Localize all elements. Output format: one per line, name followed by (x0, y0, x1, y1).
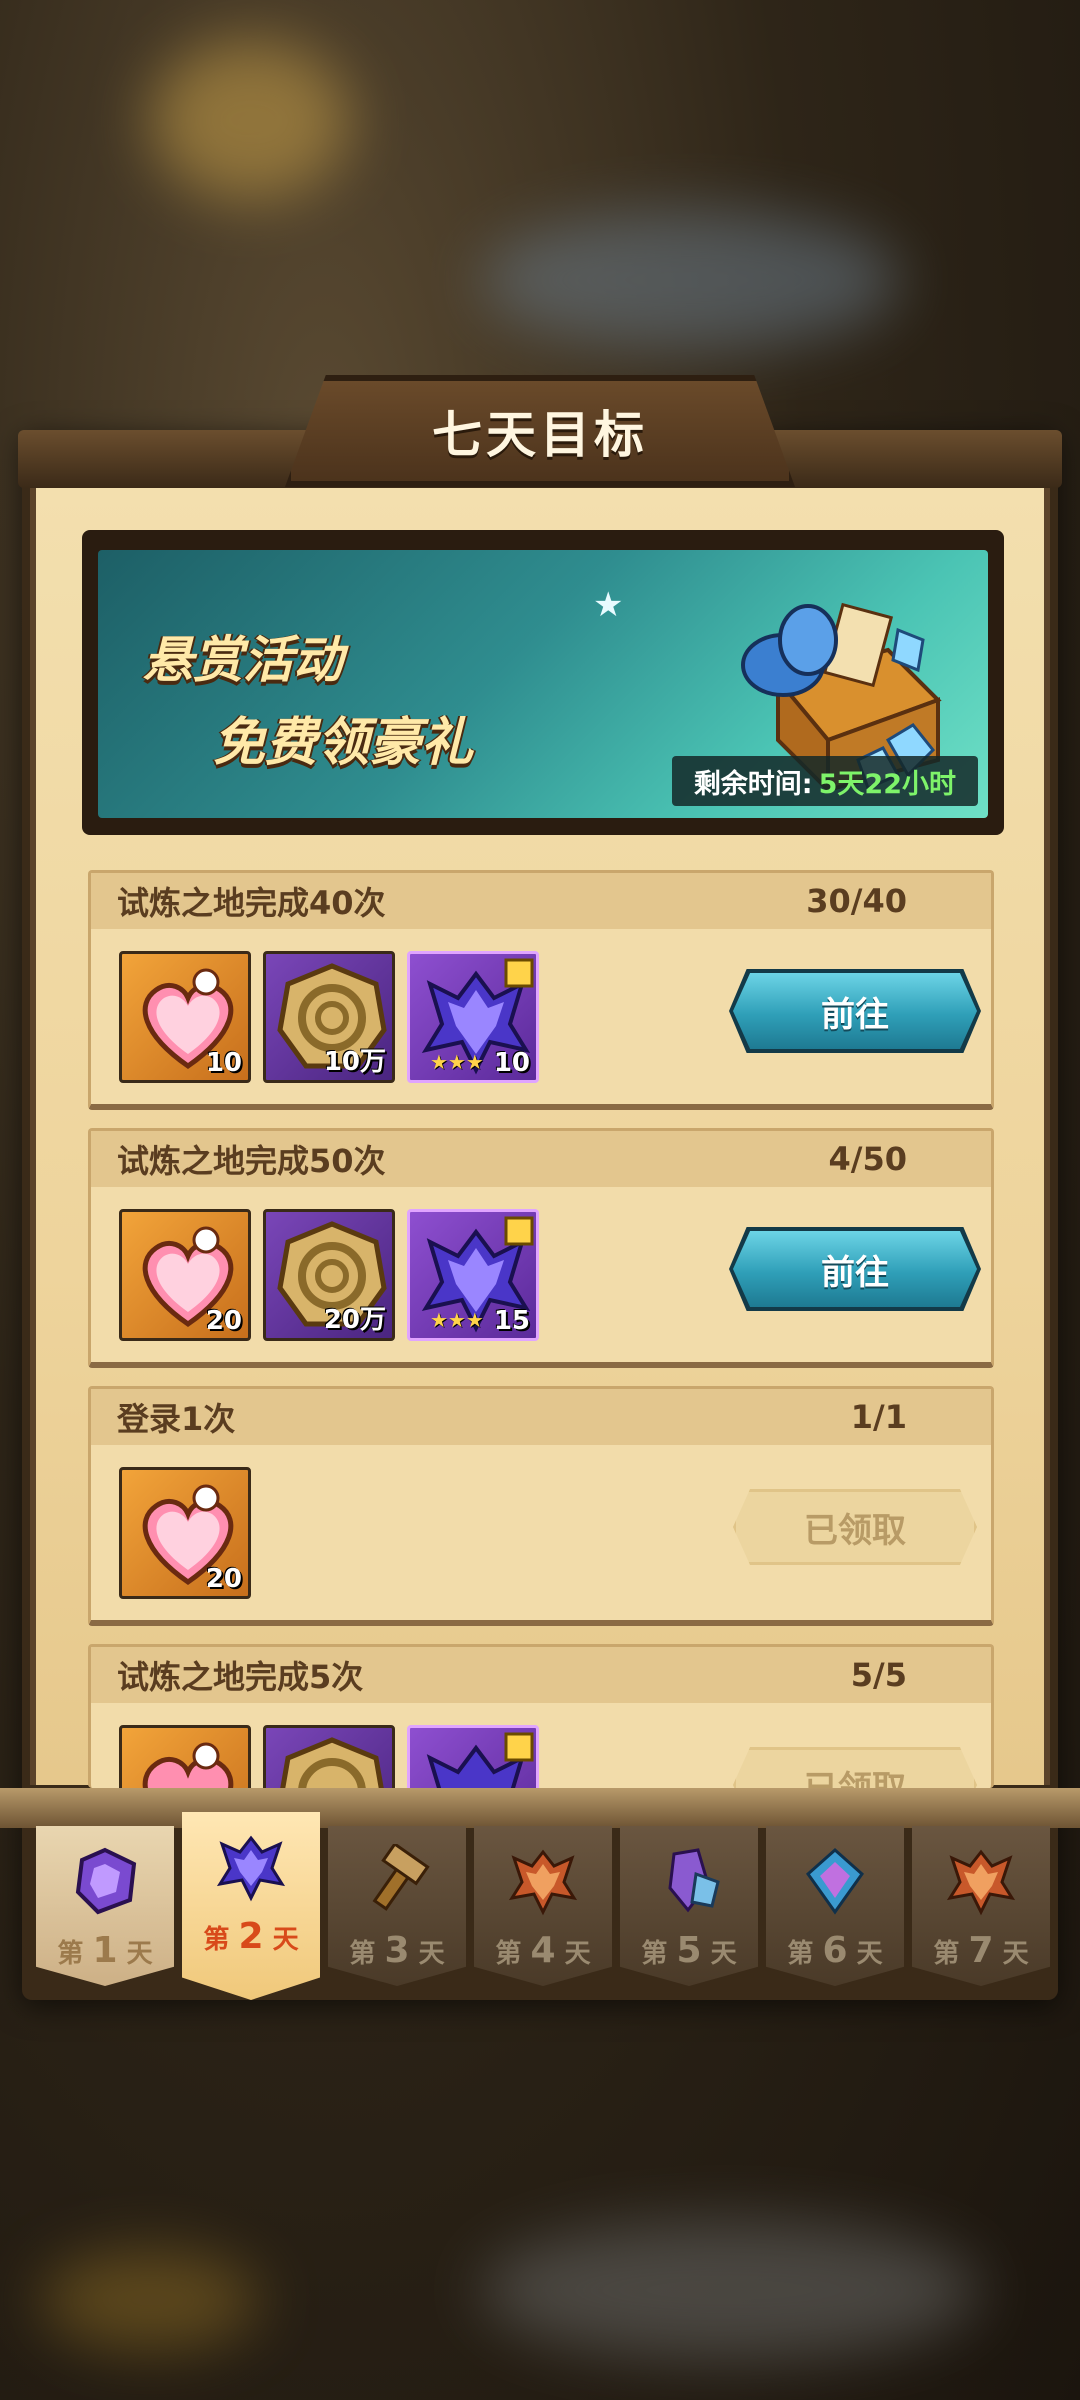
orange-crest-icon (508, 1849, 578, 1916)
tab-day-7[interactable]: 第 7 天 (912, 1826, 1050, 1986)
reward-item[interactable]: ★★★ 15 (407, 1209, 539, 1341)
reward-qty: 20 (205, 1306, 242, 1336)
reward-item[interactable]: 20 (119, 1467, 251, 1599)
crystal-icon (668, 1848, 720, 1913)
reward-item[interactable]: 20万 (263, 1209, 395, 1341)
remaining-time: 剩余时间: 5天22小时 (671, 756, 978, 806)
background-blur (480, 210, 900, 350)
hammer-icon (372, 1844, 430, 1911)
reward-item[interactable] (407, 1725, 539, 1788)
task-progress: 5/5 (850, 1656, 907, 1694)
reward-qty: 10 (205, 1048, 242, 1078)
tab-label: 第 7 天 (933, 1930, 1029, 1971)
reward-item[interactable]: 10万 (263, 951, 395, 1083)
tab-label: 第 2 天 (203, 1916, 299, 1957)
task-progress: 1/1 (850, 1398, 907, 1436)
task-card: 试炼之地完成50次 4/50 20 20万 ★★★ 15 前往 (88, 1128, 994, 1368)
tab-label: 第 3 天 (349, 1930, 445, 1971)
purple-crest-icon (216, 1835, 286, 1902)
diamond-icon (805, 1847, 865, 1915)
banner-title-line2: 免费领豪礼 (213, 713, 474, 773)
tab-label: 第 1 天 (57, 1930, 153, 1971)
task-card: 试炼之地完成40次 30/40 10 10万 ★★★ 10 前往 (88, 870, 994, 1110)
heart-medal-icon (142, 1742, 234, 1788)
reward-item[interactable]: ★★★ 10 (407, 951, 539, 1083)
star-rating: ★★★ (430, 1050, 484, 1074)
banner-title-line1: 悬赏活动 (143, 631, 343, 689)
task-card: 登录1次 1/1 20 已领取 (88, 1386, 994, 1626)
purple-crest-icon (426, 1732, 534, 1788)
background-blur (480, 2220, 980, 2360)
star-rating: ★★★ (430, 1308, 484, 1332)
sparkle-icon: ★ (593, 585, 624, 625)
reward-list: 20 20万 ★★★ 15 (119, 1209, 539, 1341)
task-name: 试炼之地完成5次 (117, 1658, 364, 1696)
remaining-time-label: 剩余时间: (693, 768, 813, 800)
claimed-button[interactable]: 已领取 (733, 1747, 977, 1788)
task-header: 试炼之地完成5次 5/5 (91, 1647, 991, 1703)
task-header: 试炼之地完成50次 4/50 (91, 1131, 991, 1187)
title-plate: 七天目标 (285, 375, 795, 487)
go-button[interactable]: 前往 (733, 973, 977, 1049)
page-title: 七天目标 (432, 406, 648, 464)
day-tab-rail (0, 1788, 1080, 1828)
background-blur (40, 2250, 260, 2350)
tab-day-5[interactable]: 第 5 天 (620, 1826, 758, 1986)
task-header: 试炼之地完成40次 30/40 (91, 873, 991, 929)
gold-coin-icon (280, 1737, 384, 1788)
remaining-time-value: 5天22小时 (818, 768, 956, 800)
purple-gem-icon (75, 1847, 137, 1915)
reward-qty: 20万 (323, 1305, 386, 1335)
tab-label: 第 4 天 (495, 1930, 591, 1971)
task-name: 试炼之地完成50次 (117, 1142, 386, 1180)
event-banner[interactable]: ★ 悬赏活动 免费领豪礼 剩余时间: 5天22小时 (98, 550, 988, 818)
reward-qty: 10万 (323, 1047, 386, 1077)
tab-label: 第 5 天 (641, 1930, 737, 1971)
orange-crest-icon (946, 1849, 1016, 1916)
reward-list (119, 1725, 539, 1788)
task-header: 登录1次 1/1 (91, 1389, 991, 1445)
tab-day-6[interactable]: 第 6 天 (766, 1826, 904, 1986)
go-button[interactable]: 前往 (733, 1231, 977, 1307)
tab-day-3[interactable]: 第 3 天 (328, 1826, 466, 1986)
reward-qty: 15 (493, 1306, 530, 1336)
reward-item[interactable] (119, 1725, 251, 1788)
background-blur (150, 40, 350, 200)
task-card: 试炼之地完成5次 5/5 已领取 (88, 1644, 994, 1788)
tab-day-1[interactable]: 第 1 天 (36, 1826, 174, 1986)
task-name: 试炼之地完成40次 (117, 884, 386, 922)
reward-qty: 10 (493, 1048, 530, 1078)
reward-list: 10 10万 ★★★ 10 (119, 951, 539, 1083)
task-progress: 30/40 (806, 882, 907, 920)
reward-list: 20 (119, 1467, 251, 1599)
tab-day-4[interactable]: 第 4 天 (474, 1826, 612, 1986)
task-progress: 4/50 (828, 1140, 907, 1178)
task-name: 登录1次 (117, 1400, 236, 1438)
reward-item[interactable]: 20 (119, 1209, 251, 1341)
reward-item[interactable] (263, 1725, 395, 1788)
reward-qty: 20 (205, 1564, 242, 1594)
tab-day-2[interactable]: 第 2 天 (182, 1812, 320, 2000)
claimed-button[interactable]: 已领取 (733, 1489, 977, 1565)
reward-item[interactable]: 10 (119, 951, 251, 1083)
tab-label: 第 6 天 (787, 1930, 883, 1971)
